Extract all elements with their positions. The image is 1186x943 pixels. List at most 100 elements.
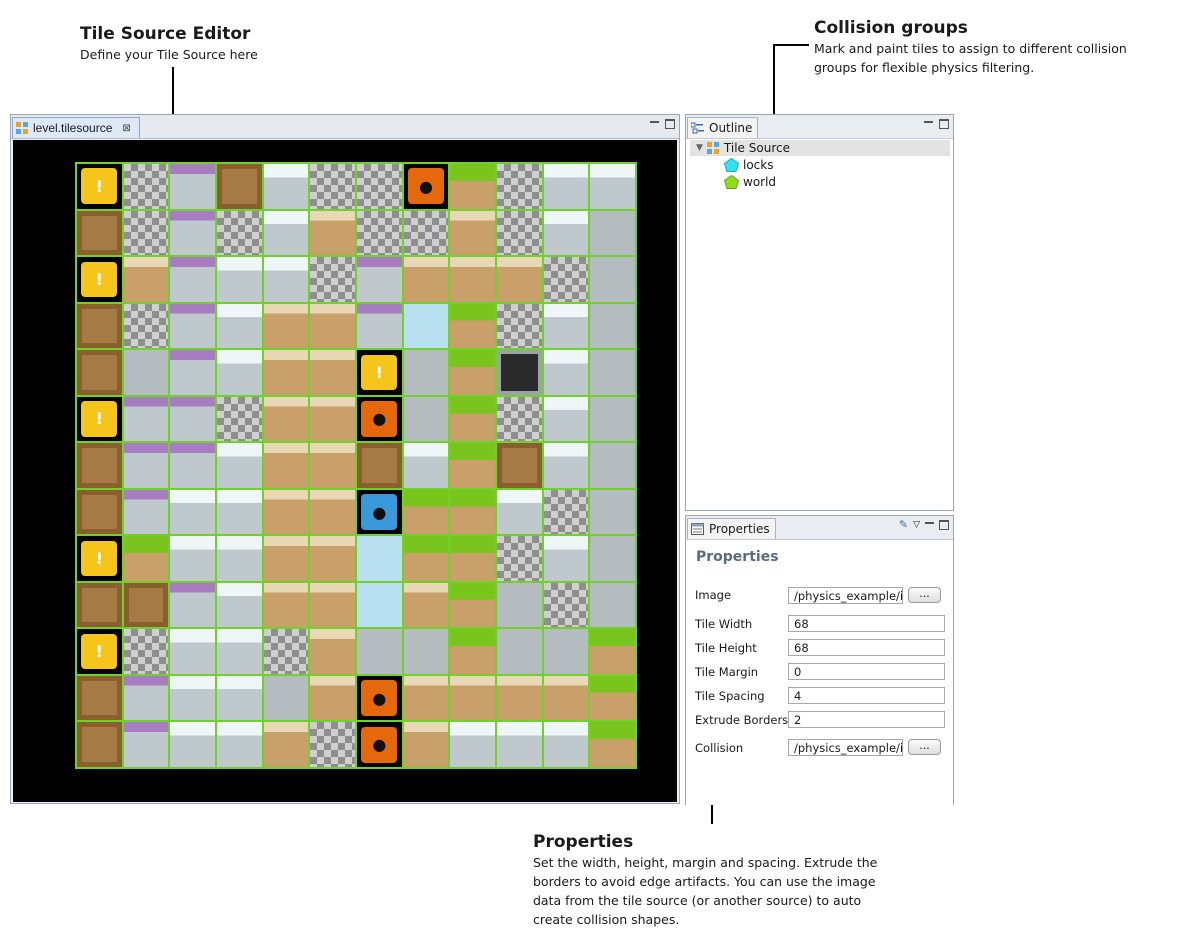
tile-stone[interactable] [403, 629, 449, 674]
tile-checker[interactable] [497, 210, 542, 256]
tile-crate[interactable] [77, 443, 122, 488]
tile-stone[interactable] [357, 629, 402, 674]
tile-purple[interactable] [123, 489, 169, 535]
tile-height-field[interactable]: 68 [788, 639, 945, 656]
tile-grass[interactable] [590, 675, 635, 721]
maximize-icon[interactable] [665, 119, 675, 129]
tile-checker[interactable] [123, 210, 169, 256]
tile-crate[interactable] [497, 443, 542, 488]
tile-wood[interactable] [497, 675, 542, 721]
maximize-icon[interactable] [939, 119, 949, 129]
tile-orange-block[interactable]: ● [357, 396, 402, 442]
tile-crate[interactable] [123, 582, 169, 628]
properties-tab[interactable]: Properties [687, 518, 776, 539]
tile-snow[interactable] [543, 164, 589, 209]
tile-snow[interactable] [543, 536, 589, 581]
tile-purple[interactable] [357, 257, 402, 302]
tile-purple[interactable] [170, 582, 215, 628]
tile-wood[interactable] [310, 629, 355, 674]
tile-purple[interactable] [123, 675, 169, 721]
tile-crate[interactable] [77, 582, 122, 628]
tile-wood[interactable] [263, 489, 309, 535]
tile-yellow-block[interactable]: ! [77, 536, 122, 581]
tile-purple[interactable] [123, 722, 169, 767]
tile-snow[interactable] [170, 629, 215, 674]
tile-wood[interactable] [123, 257, 169, 302]
tile-crate[interactable] [77, 675, 122, 721]
tile-orange-block[interactable]: ● [357, 722, 402, 767]
tile-checker[interactable] [217, 396, 262, 442]
tile-grass[interactable] [590, 629, 635, 674]
tile-crate[interactable] [77, 350, 122, 395]
tile-grass[interactable] [450, 350, 495, 395]
tile-snow[interactable] [543, 350, 589, 395]
tile-snow[interactable] [543, 303, 589, 349]
tile-checker[interactable] [543, 257, 589, 302]
tile-wood[interactable] [263, 536, 309, 581]
tile-snow[interactable] [263, 210, 309, 256]
tile-snow[interactable] [217, 303, 262, 349]
tile-wood[interactable] [403, 675, 449, 721]
tile-crate[interactable] [77, 210, 122, 256]
tile-wood[interactable] [403, 722, 449, 767]
tile-checker[interactable] [310, 257, 355, 302]
tile-purple[interactable] [170, 443, 215, 488]
view-menu-icon[interactable]: ▽ [913, 520, 920, 531]
tile-water[interactable] [357, 536, 402, 581]
tile-checker[interactable] [217, 210, 262, 256]
tile-checker[interactable] [123, 164, 169, 209]
tile-snow[interactable] [217, 722, 262, 767]
tile-grass[interactable] [450, 396, 495, 442]
tile-crate[interactable] [77, 489, 122, 535]
tile-checker[interactable] [497, 303, 542, 349]
tile-snow[interactable] [217, 489, 262, 535]
close-icon[interactable]: ⊠ [122, 123, 130, 134]
tile-wood[interactable] [263, 303, 309, 349]
tile-crate[interactable] [357, 443, 402, 488]
tile-wood[interactable] [310, 396, 355, 442]
editor-canvas[interactable]: ! ●!!! ● ●!! ● ● [13, 140, 677, 802]
tile-grass[interactable] [450, 443, 495, 488]
tile-wood[interactable] [497, 257, 542, 302]
tile-stone[interactable] [590, 443, 635, 488]
tile-grass[interactable] [403, 536, 449, 581]
tile-wood[interactable] [263, 722, 309, 767]
tile-snow[interactable] [217, 629, 262, 674]
tile-water[interactable] [403, 303, 449, 349]
tile-grass[interactable] [403, 489, 449, 535]
tile-stone[interactable] [403, 350, 449, 395]
image-field[interactable]: /physics_example/ir [788, 587, 903, 604]
tile-wood[interactable] [310, 303, 355, 349]
tile-snow[interactable] [170, 536, 215, 581]
tile-snow[interactable] [263, 257, 309, 302]
tile-stone[interactable] [497, 629, 542, 674]
minimize-icon[interactable] [925, 522, 934, 531]
tile-wood[interactable] [450, 210, 495, 256]
tile-purple[interactable] [123, 443, 169, 488]
minimize-icon[interactable] [924, 121, 933, 130]
tile-snow[interactable] [543, 443, 589, 488]
tile-stone[interactable] [590, 536, 635, 581]
tile-checker[interactable] [497, 164, 542, 209]
minimize-icon[interactable] [650, 121, 659, 130]
tree-item-world[interactable]: world [724, 175, 776, 189]
maximize-icon[interactable] [939, 520, 949, 530]
tile-wood[interactable] [450, 257, 495, 302]
tile-grass[interactable] [450, 303, 495, 349]
tile-checker[interactable] [357, 164, 402, 209]
tile-grass[interactable] [450, 536, 495, 581]
tile-checker[interactable] [403, 210, 449, 256]
tile-grass[interactable] [450, 489, 495, 535]
tile-yellow-block[interactable]: ! [77, 257, 122, 302]
tile-stone[interactable] [590, 489, 635, 535]
pin-icon[interactable]: ✎ [899, 519, 908, 531]
tile-checker[interactable] [497, 396, 542, 442]
tile-checker[interactable] [123, 629, 169, 674]
tile-grass[interactable] [123, 536, 169, 581]
tile-purple[interactable] [170, 210, 215, 256]
tile-purple[interactable] [357, 303, 402, 349]
tile-purple[interactable] [170, 303, 215, 349]
tile-orange-block[interactable]: ● [357, 675, 402, 721]
tile-checker[interactable] [310, 722, 355, 767]
image-browse-button[interactable]: ... [908, 587, 941, 603]
